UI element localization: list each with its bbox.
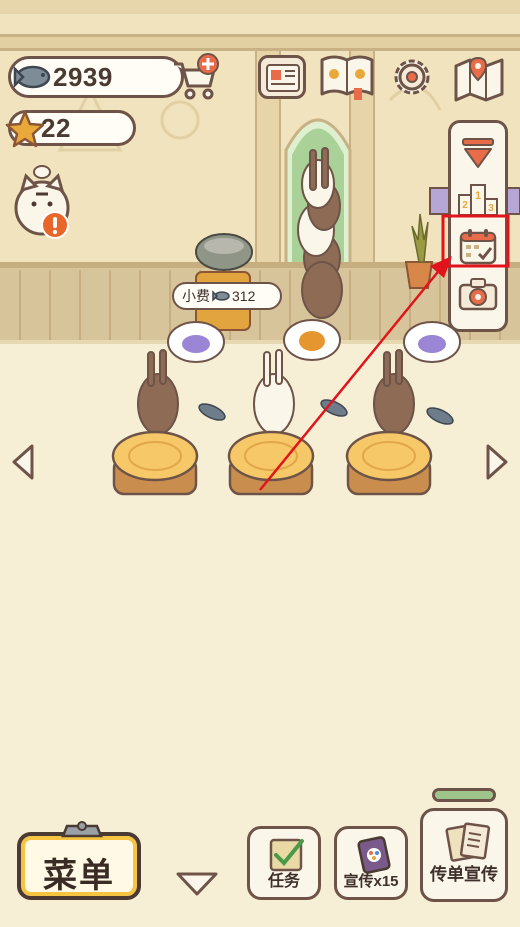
tip-label: 小费 (182, 288, 210, 304)
gear-icon[interactable] (388, 54, 436, 100)
map-icon[interactable] (452, 52, 506, 102)
chevron-down-icon[interactable] (174, 868, 220, 898)
newspaper-button[interactable] (258, 55, 306, 99)
flyer-progress-bar (432, 788, 496, 802)
promo-button[interactable]: 宣传x15 (334, 826, 408, 900)
flyer-label: 传单宣传 (430, 865, 498, 884)
tasks-button[interactable]: 任务 (247, 826, 321, 900)
tasks-label: 任务 (267, 873, 300, 890)
svg-text:2: 2 (462, 200, 468, 211)
flyer-progress-track (435, 791, 493, 799)
recipe-book-icon[interactable] (318, 52, 376, 102)
svg-text:1: 1 (475, 190, 481, 202)
fish-icon (13, 65, 51, 89)
star-count: 22 (41, 112, 71, 143)
podium-ranking-icon[interactable]: 1 2 3 (457, 177, 499, 219)
svg-text:3: 3 (488, 203, 494, 214)
tip-tag[interactable]: 小费 312 (172, 282, 282, 310)
star-icon (5, 110, 45, 148)
menu-button[interactable]: 菜单 (17, 821, 141, 900)
flyer-promo-button[interactable]: 传单宣传 (420, 808, 508, 902)
side-tool-panel: 1 2 3 (448, 120, 508, 332)
star-currency-pill: 22 (5, 110, 136, 148)
fish-count: 2939 (53, 61, 113, 92)
shop-cart-plus-icon[interactable] (170, 52, 222, 102)
clipboard-clip-icon (61, 821, 103, 838)
camera-icon[interactable] (457, 273, 499, 315)
menu-label: 菜单 (43, 857, 115, 895)
tip-amount: 312 (232, 288, 256, 304)
newspaper-icon (266, 64, 300, 92)
fish-icon (212, 290, 230, 302)
promo-card-icon (357, 836, 391, 874)
alert-badge-icon (41, 211, 69, 239)
promo-label: 宣传x15 (343, 873, 399, 890)
fish-currency-pill: 2939 (8, 56, 184, 98)
arrow-right-icon[interactable] (482, 442, 512, 482)
calendar-check-icon[interactable] (457, 225, 499, 267)
arrow-left-icon[interactable] (8, 442, 38, 482)
flyers-icon (445, 822, 491, 862)
collapse-triangle-icon[interactable] (457, 133, 499, 175)
